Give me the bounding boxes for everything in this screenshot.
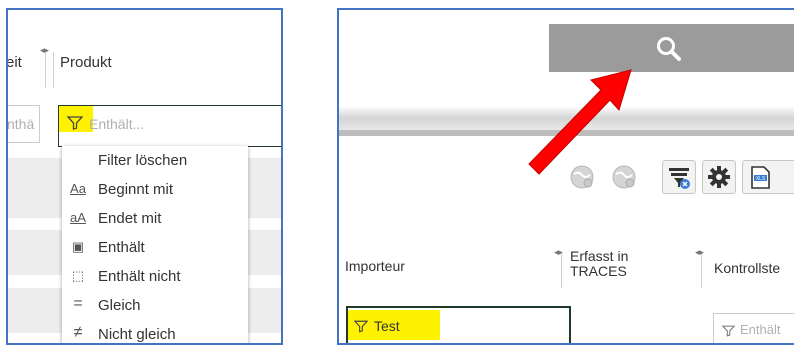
product-column-title[interactable]: Produkt <box>60 54 112 71</box>
product-filter-placeholder: Enthält... <box>89 116 145 132</box>
red-arrow-annotation <box>528 69 632 175</box>
previous-column-title[interactable]: eit <box>8 54 22 71</box>
menu-item-not-equals[interactable]: ≠ Nicht gleich <box>62 320 248 343</box>
column-separator <box>45 52 46 88</box>
search-icon[interactable] <box>655 35 683 63</box>
menu-item-not-contains[interactable]: ⬚ Enthält nicht <box>62 262 248 291</box>
filter-icon[interactable] <box>67 116 83 130</box>
menu-item-label: Enthält nicht <box>98 268 181 285</box>
previous-filter-input[interactable]: nthä <box>7 105 40 143</box>
menu-item-equals[interactable]: = Gleich <box>62 291 248 320</box>
importer-filter-value: Test <box>374 318 400 334</box>
captured-in-traces-column-title[interactable]: Erfasst in TRACES <box>570 249 628 279</box>
clear-filter-button[interactable] <box>662 160 696 194</box>
equals-icon: = <box>73 295 83 312</box>
column-separator <box>561 254 562 288</box>
right-screenshot-panel: XLS Importeur ◂▸ Erfasst in TRACES ◂▸ Ko… <box>337 8 794 345</box>
contains-icon: ▣ <box>71 239 85 254</box>
filter-options-menu: Filter löschen Aa Beginnt mit aA Endet m… <box>62 146 248 343</box>
settings-button[interactable] <box>702 160 736 194</box>
filter-icon[interactable] <box>722 325 735 337</box>
menu-item-label: Endet mit <box>98 210 162 227</box>
menu-item-clear-filter[interactable]: Filter löschen <box>62 146 248 175</box>
column-resize-icon[interactable]: ◂▸ <box>695 248 704 257</box>
left-screenshot-panel: eit ◂▸ Produkt nthä Enthält... Filter lö… <box>6 8 283 345</box>
not-equals-icon: ≠ <box>73 324 83 341</box>
control-filter-placeholder: Enthält <box>740 322 781 337</box>
starts-with-icon: Aa <box>70 181 86 196</box>
column-title-line: Erfasst in <box>570 248 629 264</box>
menu-item-ends-with[interactable]: aA Endet mit <box>62 204 248 233</box>
menu-item-contains[interactable]: ▣ Enthält <box>62 233 248 262</box>
menu-item-label: Nicht gleich <box>98 326 176 343</box>
ends-with-icon: aA <box>70 210 86 225</box>
export-excel-button[interactable]: XLS <box>742 160 794 194</box>
menu-item-label: Enthält <box>98 239 145 256</box>
menu-item-label: Gleich <box>98 297 141 314</box>
importer-filter-input[interactable]: Test <box>346 306 571 343</box>
column-title-line: TRACES <box>570 263 627 279</box>
control-column-title[interactable]: Kontrollste <box>714 260 780 276</box>
control-filter-input[interactable]: Enthält <box>713 313 794 343</box>
column-separator <box>53 52 54 88</box>
menu-item-label: Beginnt mit <box>98 181 174 198</box>
excel-export-icon: XLS <box>751 166 770 189</box>
column-separator <box>701 254 702 288</box>
filter-clear-icon <box>669 168 690 189</box>
filter-icon[interactable] <box>354 320 368 333</box>
not-contains-icon: ⬚ <box>71 268 85 283</box>
importer-column-title[interactable]: Importeur <box>345 258 405 274</box>
svg-text:XLS: XLS <box>756 176 766 182</box>
menu-item-label: Filter löschen <box>98 152 188 169</box>
gear-icon <box>708 166 730 188</box>
menu-item-starts-with[interactable]: Aa Beginnt mit <box>62 175 248 204</box>
product-filter-input[interactable]: Enthält... <box>58 105 281 147</box>
previous-filter-value: nthä <box>7 116 35 132</box>
